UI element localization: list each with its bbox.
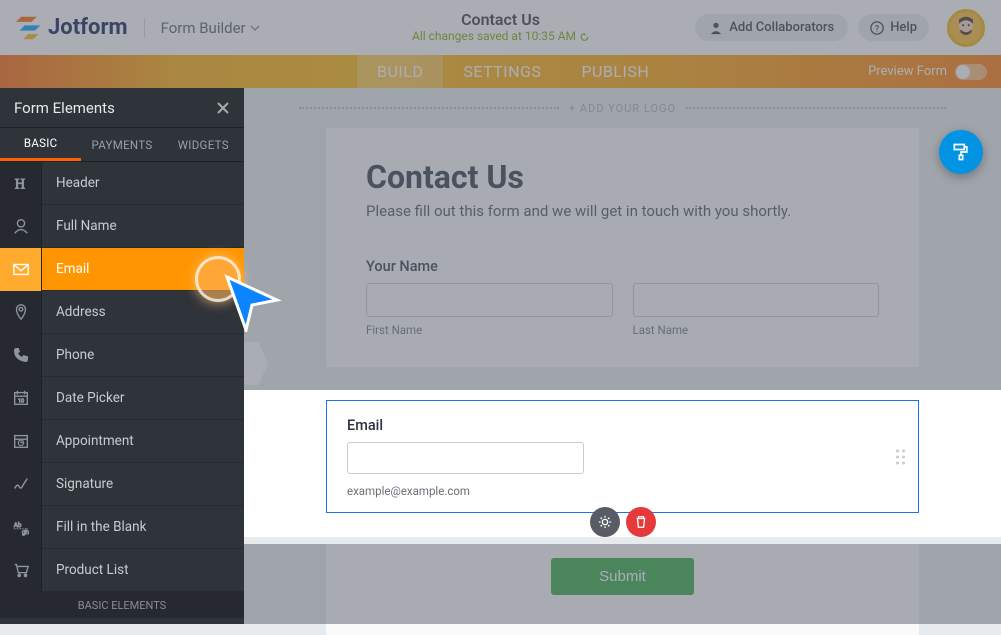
first-name-input[interactable]	[366, 283, 613, 317]
phone-icon	[0, 334, 42, 377]
refresh-icon	[579, 32, 589, 42]
svg-text:10: 10	[17, 399, 23, 405]
field-delete-button[interactable]	[626, 507, 656, 537]
preview-label: Preview Form	[868, 64, 947, 79]
jotform-logo[interactable]: Jotform	[16, 15, 128, 41]
trash-icon	[634, 515, 648, 529]
add-collab-label: Add Collaborators	[729, 20, 834, 35]
drag-handle-icon[interactable]	[896, 449, 908, 464]
svg-text:?: ?	[875, 24, 879, 34]
floating-design-button[interactable]	[939, 130, 983, 174]
sidebar-tab-payments[interactable]: PAYMENTS	[81, 128, 162, 161]
name-field-label: Your Name	[366, 258, 879, 275]
saved-status: All changes saved at 10:35 AM	[412, 29, 589, 43]
email-example-text: example@example.com	[347, 484, 898, 498]
element-item-label: Full Name	[42, 218, 117, 234]
email-form-field[interactable]: Email example@example.com	[326, 400, 919, 513]
form-builder-dropdown[interactable]: Form Builder	[161, 19, 260, 37]
element-item-label: Appointment	[42, 433, 134, 449]
top-bar: Jotform Form Builder Contact Us All chan…	[0, 0, 1001, 55]
element-item-full-name[interactable]: Full Name	[0, 205, 244, 248]
logo-icon	[16, 15, 42, 41]
preview-form-toggle[interactable]: Preview Form	[868, 55, 987, 88]
toggle-switch[interactable]	[955, 64, 987, 80]
dropdown-label: Form Builder	[161, 19, 246, 37]
sidebar-tab-basic[interactable]: BASIC	[0, 128, 81, 161]
top-center-info: Contact Us All changes saved at 10:35 AM	[412, 10, 589, 43]
element-item-fill-in-the-blank[interactable]: AbghFill in the Blank	[0, 506, 244, 549]
schedule-icon	[0, 420, 42, 463]
user-icon	[709, 21, 723, 35]
mail-icon	[0, 248, 42, 291]
close-icon[interactable]	[216, 101, 230, 115]
chevron-down-icon	[250, 23, 260, 33]
add-collaborators-button[interactable]: Add Collaborators	[695, 14, 848, 41]
form-heading[interactable]: Contact Us	[366, 158, 879, 196]
form-card: Contact Us Please fill out this form and…	[326, 128, 919, 367]
help-label: Help	[890, 20, 917, 35]
form-elements-sidebar: Form Elements BASIC PAYMENTS WIDGETS H He…	[0, 88, 244, 624]
user-icon	[0, 205, 42, 248]
sidebar-title: Form Elements	[14, 99, 115, 117]
gear-icon	[598, 515, 612, 529]
add-logo-label: + ADD YOUR LOGO	[569, 102, 676, 115]
email-field-label: Email	[347, 417, 898, 434]
svg-text:H: H	[14, 176, 24, 192]
tutorial-cursor-icon	[222, 272, 282, 332]
field-settings-button[interactable]	[590, 507, 620, 537]
paint-roller-icon	[951, 142, 971, 162]
element-item-header[interactable]: H Header	[0, 162, 244, 205]
calendar-icon: 10	[0, 377, 42, 420]
user-avatar[interactable]	[947, 9, 985, 47]
last-name-input[interactable]	[633, 283, 880, 317]
element-item-label: Header	[42, 175, 99, 191]
element-item-label: Product List	[42, 562, 128, 578]
question-icon: ?	[870, 21, 884, 35]
element-item-appointment[interactable]: Appointment	[0, 420, 244, 463]
element-item-product-list[interactable]: Product List	[0, 549, 244, 592]
help-button[interactable]: ? Help	[858, 14, 929, 41]
form-subheading[interactable]: Please fill out this form and we will ge…	[366, 202, 879, 220]
last-name-sublabel: Last Name	[633, 323, 880, 337]
element-item-phone[interactable]: Phone	[0, 334, 244, 377]
avatar-face-icon	[952, 14, 980, 42]
heading-icon: H	[0, 162, 42, 205]
signature-icon	[0, 463, 42, 506]
svg-text:gh: gh	[21, 528, 29, 536]
tab-build[interactable]: BUILD	[357, 55, 443, 88]
vertical-divider	[144, 18, 145, 38]
tab-publish[interactable]: PUBLISH	[561, 55, 669, 88]
blank-icon: Abgh	[0, 506, 42, 549]
first-name-sublabel: First Name	[366, 323, 613, 337]
element-item-date-picker[interactable]: 10 Date Picker	[0, 377, 244, 420]
tab-settings[interactable]: SETTINGS	[443, 55, 561, 88]
cart-icon	[0, 549, 42, 592]
sidebar-footer: BASIC ELEMENTS	[0, 592, 244, 618]
submit-button[interactable]: Submit	[551, 558, 694, 595]
element-item-label: Date Picker	[42, 390, 124, 406]
element-item-label: Fill in the Blank	[42, 519, 146, 535]
element-item-label: Address	[42, 304, 106, 320]
element-item-label: Phone	[42, 347, 94, 363]
element-item-label: Email	[42, 261, 89, 277]
svg-text:Ab: Ab	[13, 521, 21, 529]
add-logo-row[interactable]: + ADD YOUR LOGO	[244, 88, 1001, 128]
element-item-signature[interactable]: Signature	[0, 463, 244, 506]
form-title-header[interactable]: Contact Us	[412, 10, 589, 29]
email-input[interactable]	[347, 442, 584, 474]
element-item-label: Signature	[42, 476, 113, 492]
brand-text: Jotform	[48, 15, 128, 40]
pin-icon	[0, 291, 42, 334]
sidebar-tab-widgets[interactable]: WIDGETS	[163, 128, 244, 161]
